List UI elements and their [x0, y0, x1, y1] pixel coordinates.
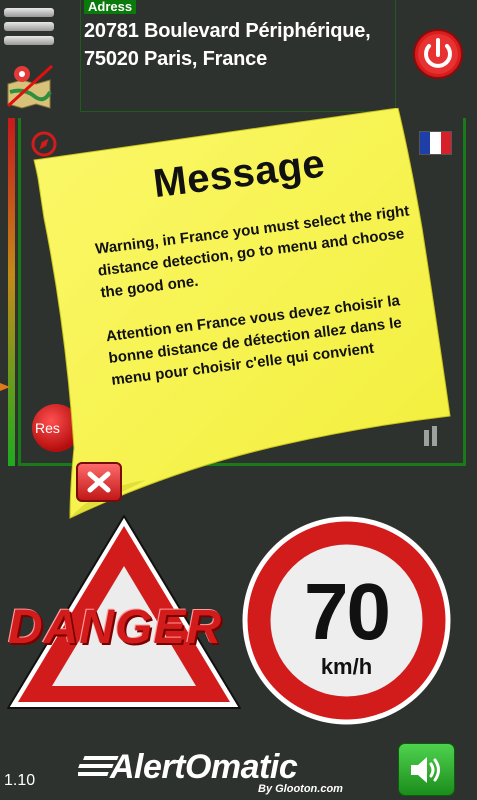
power-button[interactable] [412, 28, 464, 80]
speed-limit-unit: km/h [320, 654, 373, 679]
gauge-arrow-icon [0, 383, 10, 391]
address-panel: Adress 20781 Boulevard Périphérique, 750… [80, 0, 396, 112]
menu-button[interactable] [4, 8, 54, 52]
close-x-icon [87, 471, 111, 493]
map-off-button[interactable] [4, 62, 56, 110]
speed-limit-value: 70 [304, 567, 391, 656]
address-line-2: 75020 Paris, France [84, 48, 267, 70]
address-line-1: 20781 Boulevard Périphérique, [84, 20, 371, 42]
menu-icon [4, 8, 54, 17]
app-version: 1.10 [4, 772, 36, 789]
danger-text: DANGER [8, 601, 223, 654]
brand-subtitle: By Glooton.com [258, 783, 343, 795]
distance-gauge [8, 118, 15, 466]
speaker-icon [411, 757, 440, 783]
map-off-icon [6, 64, 54, 109]
message-text-en: Warning, in France you must select the r… [94, 202, 411, 302]
address-label: Adress [84, 0, 137, 14]
close-message-button[interactable] [76, 462, 122, 502]
brand-logo: AlertOmatic [110, 748, 298, 786]
sound-toggle-button[interactable] [398, 743, 455, 796]
power-icon [413, 29, 463, 79]
